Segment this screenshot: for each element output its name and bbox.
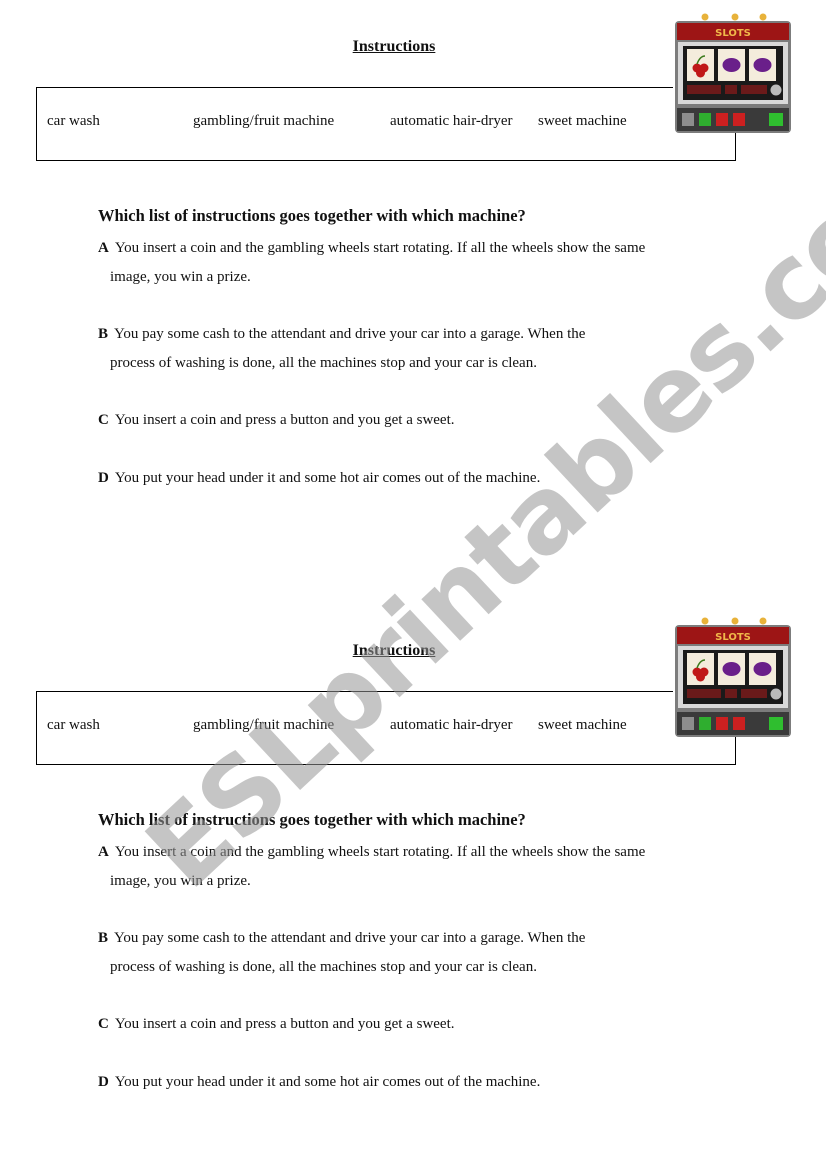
item-letter: D: [98, 1074, 109, 1090]
word-bank: car wash gambling/fruit machine automati…: [36, 87, 736, 161]
item-letter: A: [98, 240, 109, 256]
item-text: You insert a coin and press a button and…: [114, 1016, 455, 1032]
instruction-item: B You pay some cash to the attendant and …: [98, 924, 718, 982]
instruction-item: D You put your head under it and some hot…: [98, 464, 718, 493]
word-bank-item: sweet machine: [538, 113, 627, 129]
item-text: You put your head under it and some hot …: [114, 470, 541, 486]
svg-text:SLOTS: SLOTS: [715, 28, 751, 39]
word-bank-item: gambling/fruit machine: [193, 717, 335, 733]
item-text: You insert a coin and press a button and…: [114, 412, 455, 428]
slot-machine-icon: SLOTS: [673, 12, 793, 133]
item-text: You insert a coin and the gambling wheel…: [114, 844, 646, 860]
word-bank: car wash gambling/fruit machine automati…: [36, 691, 736, 765]
item-letter: B: [98, 930, 109, 946]
worksheet-section: Instructions car wash gambling/fruit mac…: [0, 0, 826, 560]
item-letter: B: [98, 326, 109, 342]
item-text-continued: image, you win a prize.: [110, 269, 251, 285]
item-letter: C: [98, 412, 109, 428]
item-text-continued: process of washing is done, all the mach…: [110, 959, 537, 975]
item-text: You pay some cash to the attendant and d…: [114, 326, 586, 342]
instruction-item: B You pay some cash to the attendant and …: [98, 320, 718, 378]
section-title: Instructions: [352, 642, 436, 659]
instruction-item: D You put your head under it and some hot…: [98, 1068, 718, 1097]
item-letter: D: [98, 470, 109, 486]
instruction-item: A You insert a coin and the gambling whee…: [98, 234, 718, 292]
word-bank-item: automatic hair-dryer: [390, 113, 513, 129]
item-letter: C: [98, 1016, 109, 1032]
section-title: Instructions: [352, 38, 436, 55]
word-bank-item: automatic hair-dryer: [390, 717, 513, 733]
item-letter: A: [98, 844, 109, 860]
slot-machine-icon: SLOTS: [673, 616, 793, 737]
item-text-continued: image, you win a prize.: [110, 873, 251, 889]
word-bank-item: car wash: [47, 113, 100, 129]
word-bank-item: sweet machine: [538, 717, 627, 733]
svg-text:SLOTS: SLOTS: [715, 632, 751, 643]
instruction-item: A You insert a coin and the gambling whee…: [98, 838, 718, 896]
instruction-item: C You insert a coin and press a button an…: [98, 406, 718, 435]
worksheet-section: Instructions car wash gambling/fruit mac…: [0, 604, 826, 1164]
word-bank-item: car wash: [47, 717, 100, 733]
instruction-item: C You insert a coin and press a button an…: [98, 1010, 718, 1039]
item-text-continued: process of washing is done, all the mach…: [110, 355, 537, 371]
item-text: You put your head under it and some hot …: [114, 1074, 541, 1090]
question-heading: Which list of instructions goes together…: [98, 206, 526, 225]
word-bank-item: gambling/fruit machine: [193, 113, 335, 129]
item-text: You pay some cash to the attendant and d…: [114, 930, 586, 946]
item-text: You insert a coin and the gambling wheel…: [114, 240, 646, 256]
question-heading: Which list of instructions goes together…: [98, 810, 526, 829]
